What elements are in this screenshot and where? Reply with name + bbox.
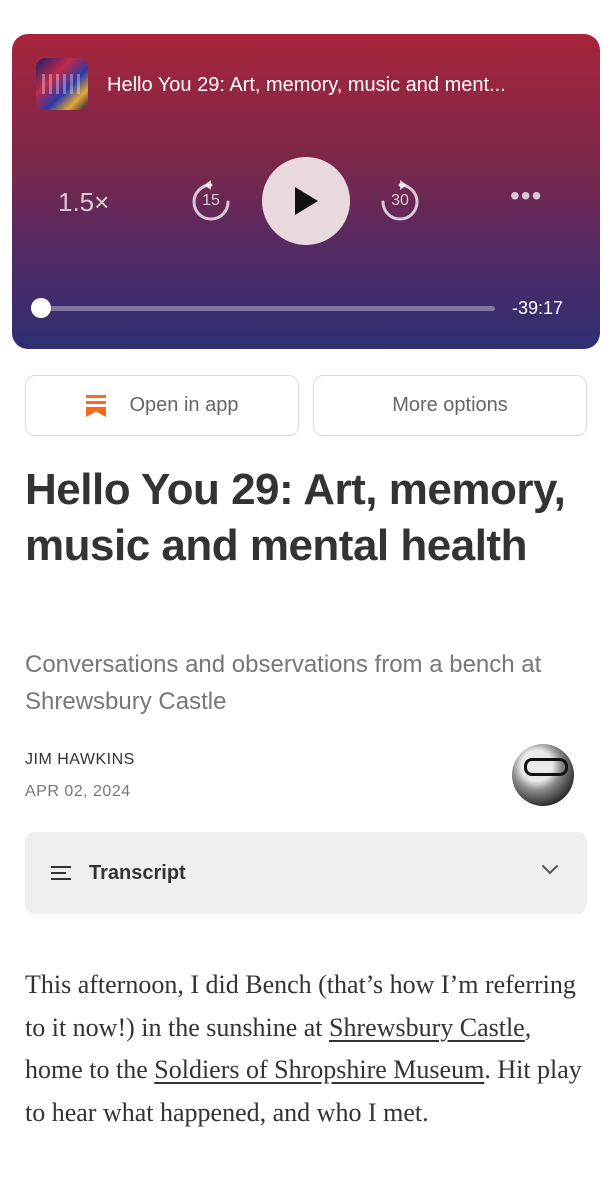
post-body: This afternoon, I did Bench (that’s how … [25,964,585,1134]
play-button[interactable] [262,157,350,245]
transcript-lines-icon [51,866,71,880]
progress-knob[interactable] [30,298,51,318]
play-icon [295,187,318,215]
bookmark-icon [85,394,106,417]
open-in-app-label: Open in app [129,394,239,416]
skip-forward-button[interactable]: 30 [378,180,422,224]
player-episode-title[interactable]: Hello You 29: Art, memory, music and men… [107,74,582,97]
remaining-time: -39:17 [512,298,564,318]
post-title: Hello You 29: Art, memory, music and men… [25,465,566,570]
audio-player: Hello You 29: Art, memory, music and men… [12,34,600,349]
author-avatar[interactable] [512,744,574,806]
link-soldiers-museum[interactable]: Soldiers of Shropshire Museum [154,1055,484,1084]
link-shrewsbury-castle[interactable]: Shrewsbury Castle [329,1013,525,1042]
playback-speed-button[interactable]: 1.5× [58,187,109,218]
more-options-label: More options [392,394,508,416]
transcript-label: Transcript [89,861,186,884]
open-in-app-button[interactable]: Open in app [25,375,299,436]
progress-track[interactable] [30,298,495,318]
episode-cover-art [36,58,88,110]
post-subtitle: Conversations and observations from a be… [25,651,542,715]
skip-forward-seconds: 30 [391,192,409,209]
more-options-button[interactable]: More options [313,375,587,436]
more-icon[interactable]: ••• [510,182,542,210]
transcript-toggle[interactable]: Transcript [25,832,587,914]
skip-back-button[interactable]: 15 [189,180,233,224]
chevron-down-icon [542,865,558,875]
skip-back-seconds: 15 [202,192,220,209]
author-name[interactable]: JIM HAWKINS [25,751,135,769]
post-date: APR 02, 2024 [25,783,131,800]
